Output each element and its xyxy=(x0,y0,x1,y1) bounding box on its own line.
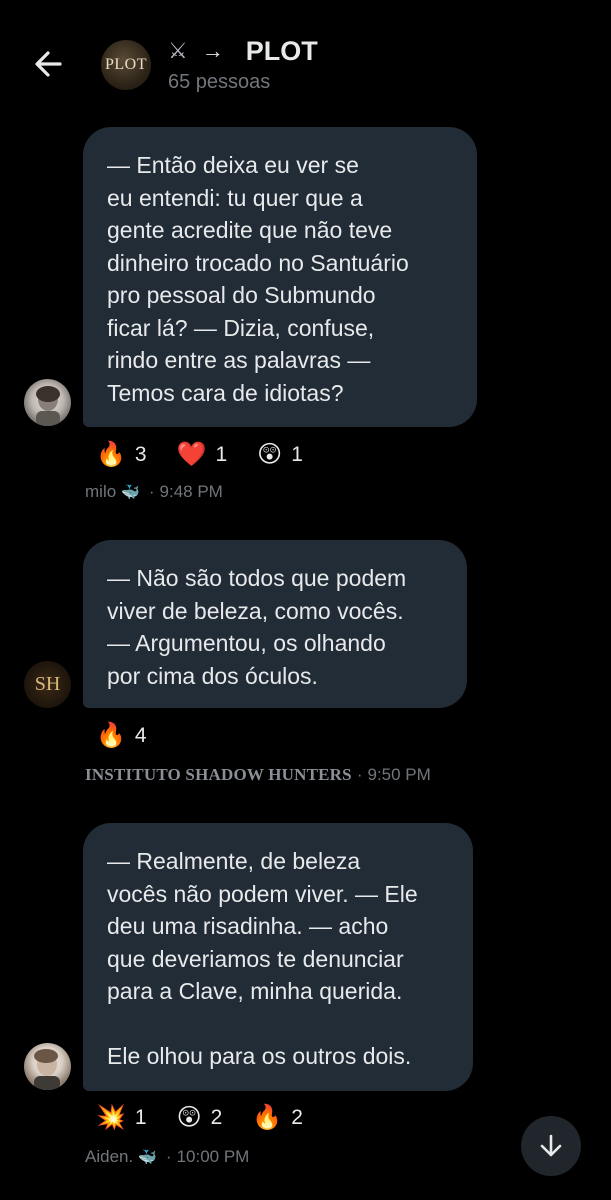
reaction-count: 2 xyxy=(210,1106,223,1129)
chat-header: PLOT ⚔ → PLOT 65 pessoas xyxy=(0,0,611,110)
astonished-face-icon: 😲 xyxy=(257,441,283,468)
reaction-count: 1 xyxy=(134,1106,147,1129)
fire-icon: 🔥 xyxy=(252,1104,283,1131)
member-count: 65 pessoas xyxy=(168,71,271,93)
arrow-right-icon: → xyxy=(201,38,224,63)
reaction-count: 1 xyxy=(291,443,303,466)
reaction-count: 2 xyxy=(291,1106,303,1129)
sender-avatar[interactable] xyxy=(24,1043,71,1090)
reaction-count: 3 xyxy=(134,443,147,466)
group-avatar[interactable]: PLOT xyxy=(101,40,151,90)
crossed-swords-icon: ⚔ xyxy=(168,38,188,63)
sender-avatar[interactable] xyxy=(24,379,71,426)
message-time: 9:48 PM xyxy=(159,482,223,501)
reaction-count: 1 xyxy=(215,443,228,466)
reaction-chip[interactable]: 😲 2 xyxy=(177,1106,223,1130)
sender-avatar[interactable]: SH xyxy=(24,661,71,708)
group-title[interactable]: ⚔ → PLOT xyxy=(168,34,318,68)
meta-separator: · xyxy=(148,482,155,501)
message-bubble[interactable]: — Realmente, de beleza vocês não podem v… xyxy=(83,823,473,1091)
heart-icon: ❤️ xyxy=(176,441,207,468)
whale-icon: 🐳 xyxy=(121,484,140,501)
reaction-chip[interactable]: ❤️ 1 xyxy=(177,443,228,467)
reactions-row: 💥 1 😲 2 🔥 2 xyxy=(96,1106,333,1130)
sender-name[interactable]: INSTITUTO SHADOW HUNTERS xyxy=(85,765,352,785)
avatar-photo xyxy=(36,386,60,426)
fire-icon: 🔥 xyxy=(96,722,126,749)
collision-icon: 💥 xyxy=(96,1104,126,1131)
message-time: 9:50 PM xyxy=(367,765,431,784)
scroll-to-bottom-button[interactable] xyxy=(521,1116,581,1176)
astonished-face-icon: 😲 xyxy=(176,1104,202,1131)
whale-icon: 🐳 xyxy=(138,1149,157,1166)
reactions-row: 🔥 4 xyxy=(96,724,177,748)
reaction-chip[interactable]: 🔥 4 xyxy=(96,724,147,748)
back-button[interactable] xyxy=(30,48,66,80)
group-title-text: PLOT xyxy=(245,35,318,66)
message-time: 10:00 PM xyxy=(176,1147,250,1166)
arrow-down-icon xyxy=(540,1134,562,1157)
reaction-count: 4 xyxy=(134,724,147,747)
meta-separator: · xyxy=(356,765,363,784)
fire-icon: 🔥 xyxy=(96,441,126,468)
title-icons: ⚔ → xyxy=(168,38,224,64)
message-bubble[interactable]: — Então deixa eu ver se eu entendi: tu q… xyxy=(83,127,477,427)
avatar-photo xyxy=(34,1049,60,1090)
arrow-left-icon xyxy=(35,51,62,77)
meta-separator: · xyxy=(165,1147,172,1166)
reactions-row: 🔥 3 ❤️ 1 😲 1 xyxy=(96,443,333,467)
reaction-chip[interactable]: 💥 1 xyxy=(96,1106,147,1130)
reaction-chip[interactable]: 😲 1 xyxy=(257,443,303,467)
message-meta: Aiden. 🐳 · 10:00 PM xyxy=(85,1147,249,1167)
reaction-chip[interactable]: 🔥 2 xyxy=(252,1106,303,1130)
sender-name[interactable]: milo xyxy=(85,482,116,502)
message-meta: INSTITUTO SHADOW HUNTERS · 9:50 PM xyxy=(85,765,431,785)
sender-name[interactable]: Aiden. xyxy=(85,1147,133,1167)
message-meta: milo 🐳 · 9:48 PM xyxy=(85,482,223,502)
reaction-chip[interactable]: 🔥 3 xyxy=(96,443,147,467)
message-bubble[interactable]: — Não são todos que podem viver de belez… xyxy=(83,540,467,708)
